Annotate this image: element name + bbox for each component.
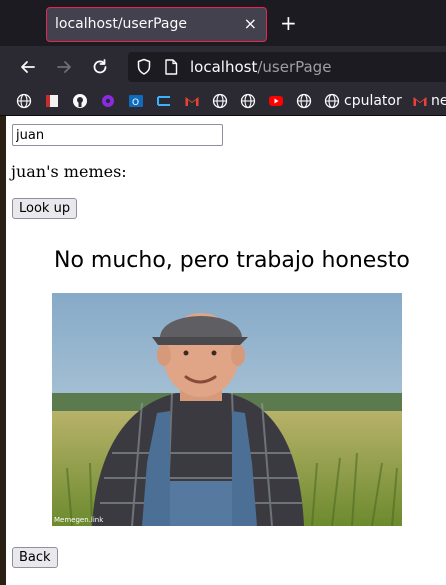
url-path: /userPage [257,58,332,76]
globe-icon[interactable] [16,93,32,109]
back-button[interactable]: Back [12,547,58,568]
outlook-icon[interactable]: O [128,93,144,109]
svg-text:O: O [132,98,139,108]
meme-title: No mucho, pero trabajo honesto [54,248,410,273]
meme-credit: Memegen.link [54,516,104,524]
page-body: juan's memes: Look up No mucho, pero tra… [6,116,442,585]
bookmark-ne[interactable]: ne [431,93,446,109]
back-arrow-icon[interactable] [16,55,40,79]
meme-image: Memegen.link [52,293,402,526]
book-icon[interactable] [44,93,60,109]
reload-icon[interactable] [88,55,112,79]
bookmarks-toolbar: O cpulator ne [0,88,446,116]
browser-tab-strip: localhost/userPage × + [0,0,446,46]
browser-tab-active[interactable]: localhost/userPage × [46,7,267,42]
browser-nav-bar: localhost/userPage [0,46,446,88]
youtube-icon[interactable] [268,93,284,109]
gear-icon[interactable] [100,93,116,109]
look-up-button[interactable]: Look up [12,198,78,219]
shield-icon[interactable] [136,58,152,80]
gmail-icon[interactable] [184,93,200,109]
memes-heading: juan's memes: [11,162,127,181]
url-bar[interactable]: localhost/userPage [128,52,446,82]
url-host: localhost [190,58,258,76]
new-tab-icon[interactable]: + [280,11,297,35]
forward-arrow-icon[interactable] [52,55,76,79]
tab-title: localhost/userPage [55,16,187,32]
globe-icon-3[interactable] [240,93,256,109]
url-text: localhost/userPage [190,58,331,76]
username-input[interactable] [12,124,223,146]
page-info-icon[interactable] [164,59,178,79]
gmail-icon-2[interactable] [412,93,428,109]
bookmark-cpulator[interactable]: cpulator [344,93,402,109]
tab-close-icon[interactable]: × [244,14,257,34]
globe-icon-5[interactable] [324,93,340,109]
globe-icon-2[interactable] [212,93,228,109]
globe-icon-4[interactable] [296,93,312,109]
github-icon[interactable] [72,93,88,109]
azure-icon[interactable] [156,93,172,109]
